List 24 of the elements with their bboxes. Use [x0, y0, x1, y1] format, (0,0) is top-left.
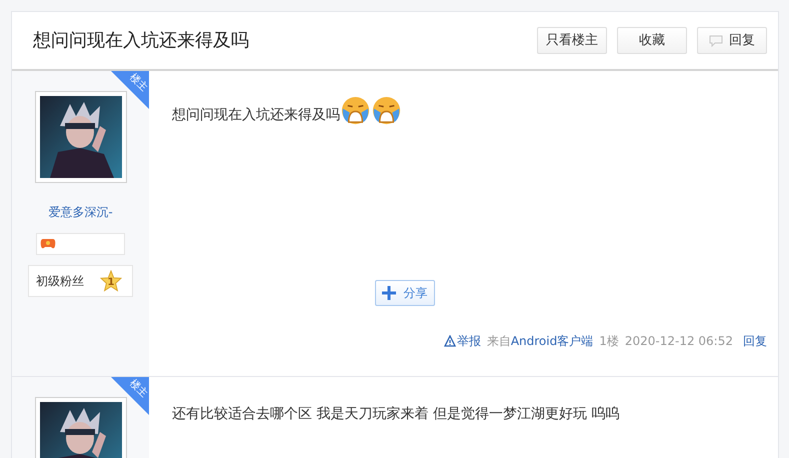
source-prefix: 来自: [486, 333, 511, 350]
post-time: 2020-12-12 06:52: [624, 333, 733, 350]
reply-link[interactable]: 回复: [743, 332, 767, 350]
plus-icon: [382, 286, 396, 300]
header-button[interactable]: 只看楼主: [537, 27, 607, 54]
level-star: 1: [100, 270, 122, 292]
post-content: 想问问现在入坑还来得及吗: [172, 106, 340, 125]
username-link[interactable]: 爱意多深沉-: [48, 203, 113, 221]
ribbon-label: 楼主: [127, 378, 149, 400]
gamepad-icon[interactable]: [40, 238, 56, 250]
share-button[interactable]: 分享: [374, 280, 434, 306]
header-button[interactable]: 收藏: [617, 27, 687, 54]
warning-icon: [444, 335, 456, 347]
post-content: 还有比较适合去哪个区 我是天刀玩家来着 但是觉得一梦江湖更好玩 呜呜: [172, 406, 620, 422]
thread-title: 想问问现在入坑还来得及吗: [33, 29, 249, 53]
report-link[interactable]: 举报: [444, 332, 481, 350]
source-link[interactable]: Android客户端: [510, 332, 594, 350]
crying-emoji-icon: [340, 95, 371, 126]
speech-bubble-icon: [709, 34, 723, 46]
fan-level-label: 初级粉丝: [36, 273, 84, 290]
reply-button[interactable]: 回复: [697, 27, 767, 54]
ribbon-label: 楼主: [127, 72, 149, 94]
floor-number: 1楼: [599, 333, 619, 350]
crying-emoji-icon: [371, 95, 402, 126]
